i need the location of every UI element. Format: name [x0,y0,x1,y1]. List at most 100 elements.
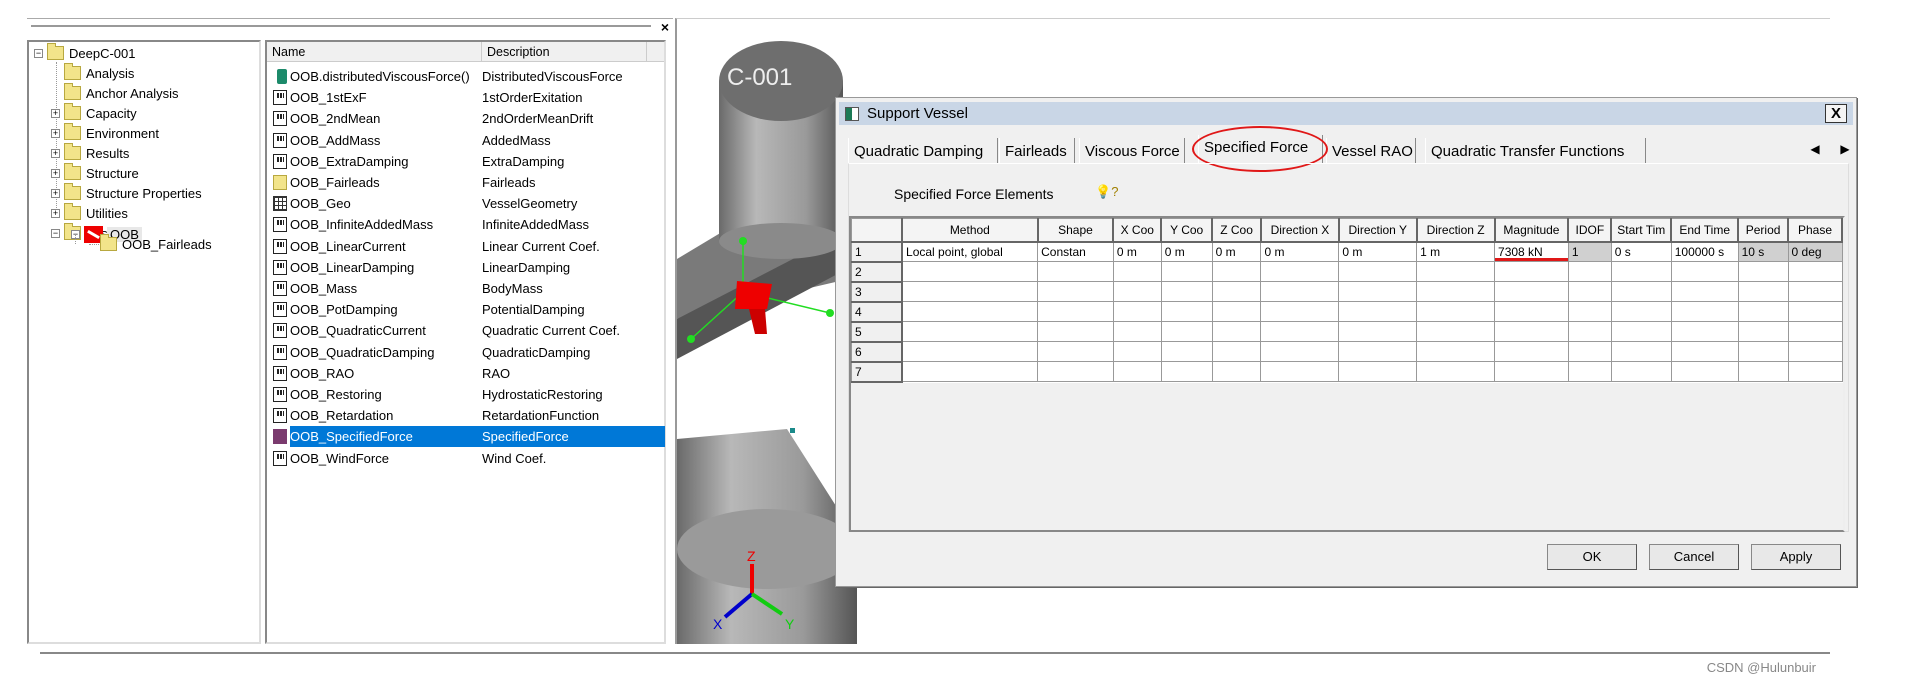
table-cell[interactable] [1338,361,1418,382]
list-item[interactable]: OOB_LinearDamping LinearDamping [271,257,661,278]
table-cell[interactable] [1037,301,1114,322]
table-cell[interactable] [1160,261,1213,282]
tab-viscous-force[interactable]: Viscous Force [1079,138,1185,163]
column-header[interactable]: Direction X [1260,218,1340,243]
tree-node-capacity[interactable]: + Capacity [51,103,137,123]
table-cell[interactable] [1737,361,1789,382]
column-header[interactable]: Direction Y [1338,218,1418,243]
column-header[interactable]: X Coo [1112,218,1163,243]
table-cell[interactable] [1737,301,1789,322]
table-cell[interactable] [1211,361,1262,382]
table-cell[interactable] [1160,321,1213,342]
table-cell[interactable] [1338,261,1418,282]
column-header[interactable]: Method [901,218,1039,243]
table-row[interactable]: 7 [851,361,1843,383]
list-item[interactable]: OOB_SpecifiedForce SpecifiedForce [271,426,665,448]
table-cell[interactable] [1416,301,1496,322]
tab-vessel-rao[interactable]: Vessel RAO [1326,138,1416,163]
tree-node-anchor-analysis[interactable]: Anchor Analysis [64,83,179,103]
table-row[interactable]: 3 [851,281,1843,303]
table-cell[interactable]: 100000 s [1670,241,1739,262]
expand-icon[interactable]: + [51,188,60,198]
table-cell[interactable] [1160,301,1213,322]
table-cell[interactable] [1112,281,1162,302]
tree-node-environment[interactable]: + Environment [51,123,159,143]
table-cell[interactable] [901,341,1039,362]
table-cell[interactable] [1787,261,1843,282]
table-cell[interactable]: 1 m [1416,241,1496,262]
panel-grip[interactable] [31,25,651,27]
table-cell[interactable] [1037,321,1114,342]
column-header[interactable]: IDOF [1567,218,1613,243]
table-cell[interactable]: 0 m [1112,241,1162,262]
table-cell[interactable] [1112,261,1162,282]
tab-quadratic-transfer-functions[interactable]: Quadratic Transfer Functions [1425,138,1646,163]
row-header[interactable]: 4 [851,301,904,323]
table-cell[interactable] [1211,281,1262,302]
table-cell[interactable] [1787,321,1843,342]
table-cell[interactable] [1112,341,1162,362]
table-cell[interactable] [1211,321,1262,342]
table-cell[interactable] [1494,281,1569,302]
row-header[interactable]: 6 [851,341,904,363]
table-cell[interactable] [1567,281,1612,302]
column-header[interactable]: Phase [1787,218,1843,243]
table-cell[interactable] [1610,361,1672,382]
table-cell[interactable] [901,361,1039,382]
tab-scroll-left-icon[interactable]: ◀ [1808,142,1822,162]
tab-scroll-right-icon[interactable]: ▶ [1838,142,1852,162]
table-cell[interactable] [1338,301,1418,322]
collapse-icon[interactable]: − [34,48,43,58]
table-cell[interactable]: 0 m [1338,241,1418,262]
column-header-description[interactable]: Description [482,42,647,62]
list-item[interactable]: OOB_Retardation RetardationFunction [271,405,661,426]
table-cell[interactable]: 0 m [1160,241,1213,262]
help-bulb-icon[interactable]: 💡? [1095,184,1118,200]
column-header[interactable]: Shape [1037,218,1115,243]
table-row[interactable]: 1 Local point, global Constan 0 m0 m0 m0 m0… [851,241,1843,263]
table-cell[interactable] [1610,321,1672,342]
tree-node-oob-fairleads[interactable]: OOB_Fairleads [100,234,212,254]
list-item[interactable]: OOB_PotDamping PotentialDamping [271,299,661,320]
expand-icon[interactable]: + [51,108,60,118]
table-cell[interactable]: 0 deg [1787,241,1843,262]
row-header[interactable]: 1 [851,241,904,263]
table-cell[interactable] [1160,341,1213,362]
table-cell[interactable] [1037,261,1114,282]
list-item[interactable]: OOB_Geo VesselGeometry [271,193,661,214]
tree-node-results[interactable]: + Results [51,143,129,163]
column-header[interactable]: Start Tim [1610,218,1673,243]
table-cell[interactable]: 0 s [1610,241,1672,262]
table-cell[interactable] [1670,261,1739,282]
list-item[interactable]: OOB_ExtraDamping ExtraDamping [271,151,661,172]
row-header[interactable]: 2 [851,261,904,283]
table-cell[interactable] [1037,361,1114,382]
table-cell[interactable] [1494,321,1569,342]
table-cell[interactable] [1494,261,1569,282]
column-header[interactable]: Y Coo [1160,218,1214,243]
list-item[interactable]: OOB_2ndMean 2ndOrderMeanDrift [271,108,661,129]
column-header[interactable]: Z Coo [1211,218,1262,243]
table-cell[interactable] [1416,321,1496,342]
table-cell[interactable] [1670,301,1739,322]
table-cell[interactable] [1610,281,1672,302]
cancel-button[interactable]: Cancel [1649,544,1739,570]
table-cell[interactable] [1494,361,1569,382]
table-cell[interactable] [1160,361,1213,382]
table-cell[interactable] [1670,361,1739,382]
specified-force-grid[interactable]: Method Shape X Coo Y Coo Z Coo Direction X Dir… [849,216,1845,532]
table-cell[interactable]: 1 [1567,241,1612,262]
tab-quadratic-damping[interactable]: Quadratic Damping [848,138,998,163]
table-cell[interactable] [1338,281,1418,302]
table-cell[interactable] [1416,261,1496,282]
support-vessel-dialog[interactable]: Support Vessel X Quadratic Damping Fairl… [835,97,1857,587]
table-cell[interactable] [1260,281,1340,302]
list-item[interactable]: OOB_1stExF 1stOrderExitation [271,87,661,108]
table-cell[interactable] [1211,301,1262,322]
row-header[interactable]: 3 [851,281,904,303]
table-cell[interactable] [901,261,1039,282]
table-cell[interactable]: 0 m [1211,241,1262,262]
list-item[interactable]: OOB.distributedViscousForce() Distributed… [271,66,661,87]
table-cell[interactable] [1737,341,1789,362]
list-item[interactable]: OOB_RAO RAO [271,363,661,384]
